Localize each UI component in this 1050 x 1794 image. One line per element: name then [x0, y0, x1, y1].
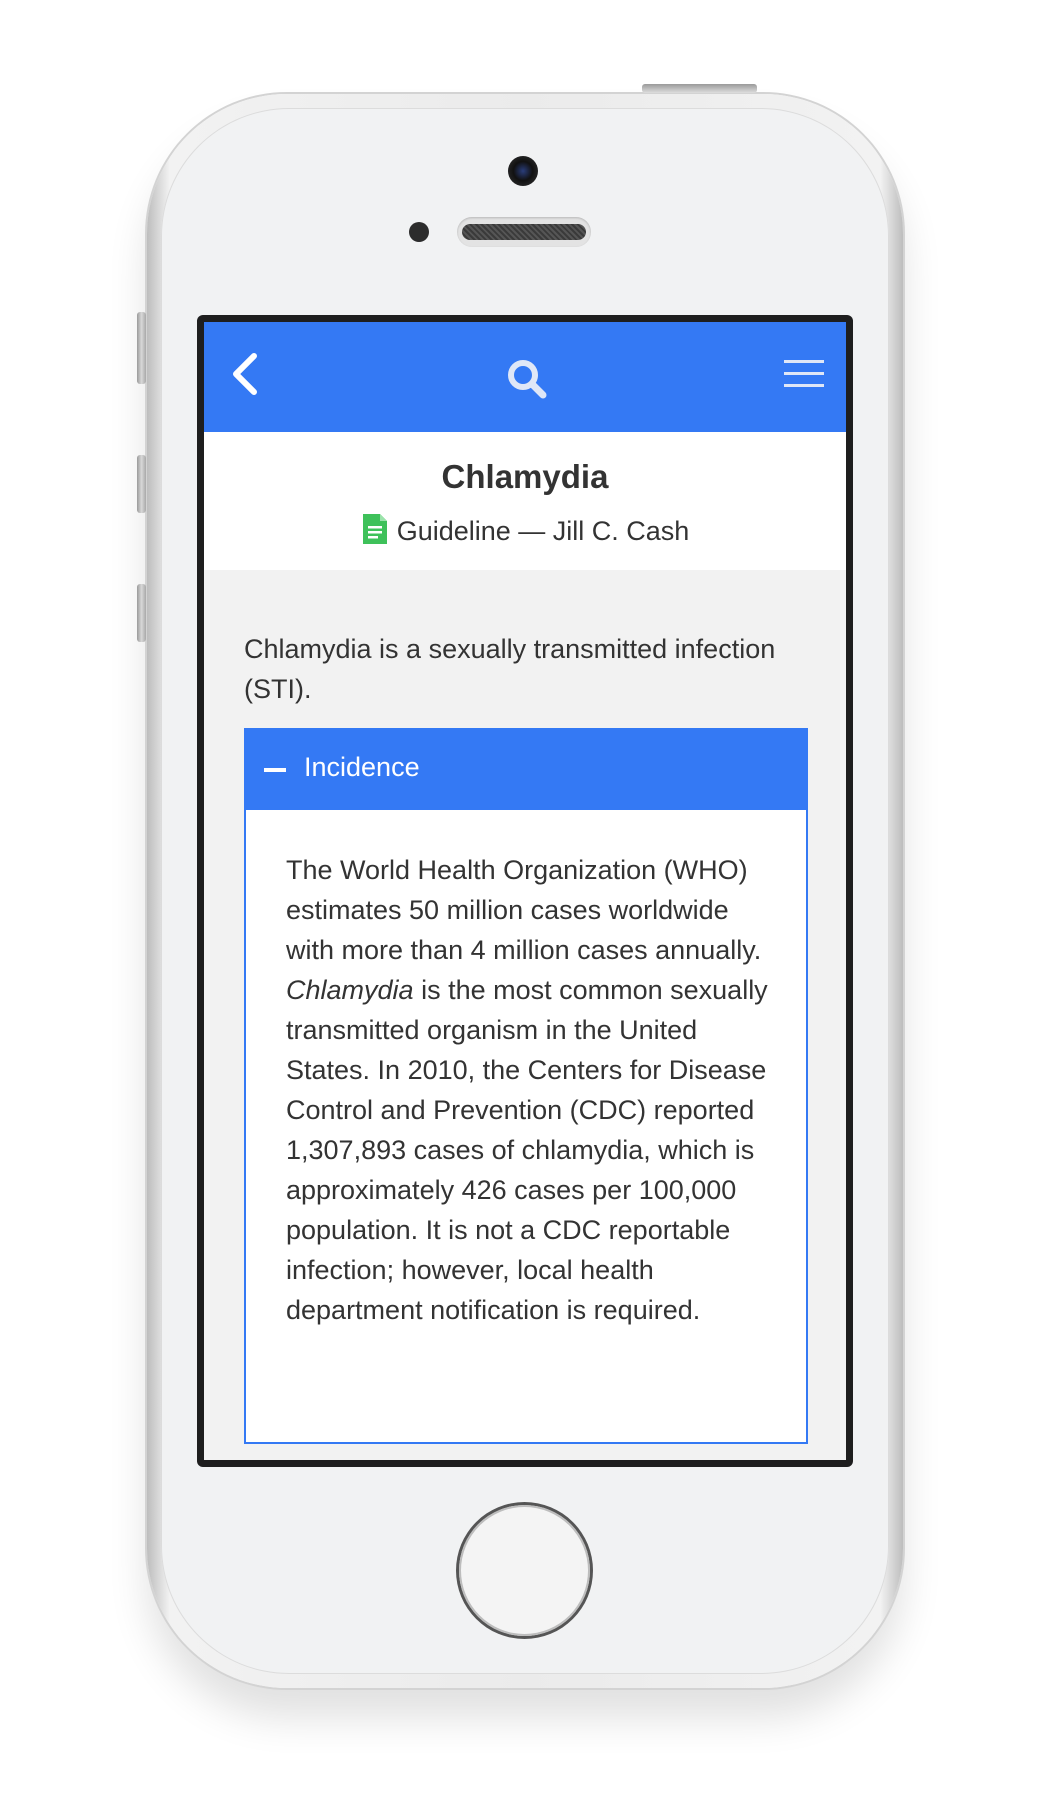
phone-screen: Chlamydia Guideline — Jill C. Cash Chlam…: [197, 315, 853, 1467]
document-icon: [362, 514, 387, 544]
document-subtitle: Guideline — Jill C. Cash: [204, 512, 846, 547]
page-title: Chlamydia: [441, 458, 609, 495]
home-button[interactable]: [459, 1505, 590, 1636]
earpiece-speaker: [457, 217, 591, 247]
top-app-bar: [204, 322, 846, 432]
incidence-section: Incidence The World Health Organization …: [244, 728, 808, 1444]
mute-switch: [137, 312, 146, 384]
intro-paragraph: Chlamydia is a sexually transmitted infe…: [244, 634, 776, 704]
volume-up-button: [137, 455, 146, 513]
section-body: The World Health Organization (WHO) esti…: [286, 850, 776, 1330]
document-header: Chlamydia Guideline — Jill C. Cash: [204, 432, 846, 570]
body-text-2: is the most common sexually transmitted …: [286, 975, 768, 1325]
app-viewport: Chlamydia Guideline — Jill C. Cash Chlam…: [204, 322, 846, 1460]
search-icon[interactable]: [505, 357, 549, 401]
proximity-sensor: [409, 222, 429, 242]
minus-icon[interactable]: [264, 768, 286, 772]
incidence-section-header[interactable]: Incidence: [246, 730, 806, 810]
hamburger-menu-icon[interactable]: [782, 357, 826, 391]
subtitle-text: Guideline — Jill C. Cash: [396, 516, 690, 546]
front-camera: [508, 156, 538, 186]
chevron-left-icon[interactable]: [226, 350, 266, 398]
scene: Chlamydia Guideline — Jill C. Cash Chlam…: [0, 0, 1050, 1794]
section-title: Incidence: [304, 752, 420, 782]
body-italic-term: Chlamydia: [286, 975, 414, 1005]
power-button: [642, 84, 757, 93]
body-text-1: The World Health Organization (WHO) esti…: [286, 855, 762, 965]
volume-down-button: [137, 584, 146, 642]
